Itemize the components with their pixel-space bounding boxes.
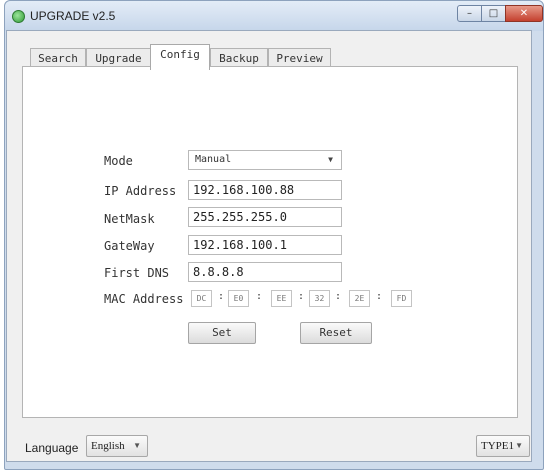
mac-separator: : (335, 291, 342, 302)
chevron-down-icon: ▼ (133, 441, 141, 450)
mac-address-label: MAC Address (104, 292, 184, 306)
chevron-down-icon: ▼ (515, 441, 523, 450)
gateway-label: GateWay (104, 239, 155, 253)
mac-octet-field[interactable]: 2E (349, 290, 370, 307)
mode-select[interactable]: Manual ▼ (188, 150, 342, 170)
tab-search[interactable]: Search (30, 48, 86, 68)
mac-octet-field[interactable]: DC (191, 290, 212, 307)
set-button[interactable]: Set (188, 322, 256, 344)
close-button[interactable]: ✕ (505, 5, 543, 22)
tab-backup[interactable]: Backup (210, 48, 268, 68)
window-title: UPGRADE v2.5 (30, 9, 116, 23)
mac-octet-field[interactable]: EE (271, 290, 292, 307)
mac-separator: : (298, 291, 305, 302)
gateway-field[interactable]: 192.168.100.1 (188, 235, 342, 255)
maximize-button[interactable]: □ (481, 5, 506, 22)
mode-value: Manual (195, 154, 232, 165)
mode-label: Mode (104, 154, 133, 168)
netmask-label: NetMask (104, 212, 155, 226)
language-select[interactable]: English ▼ (86, 435, 148, 457)
first-dns-label: First DNS (104, 266, 170, 280)
tab-upgrade[interactable]: Upgrade (86, 48, 151, 68)
mac-separator: : (376, 291, 383, 302)
tab-preview[interactable]: Preview (268, 48, 331, 68)
app-icon (12, 10, 25, 23)
ip-address-label: IP Address (104, 184, 177, 198)
netmask-field[interactable]: 255.255.255.0 (188, 207, 342, 227)
minimize-button[interactable]: – (457, 5, 482, 22)
chevron-down-icon: ▼ (328, 155, 333, 164)
language-value: English (91, 440, 125, 452)
first-dns-field[interactable]: 8.8.8.8 (188, 262, 342, 282)
mac-separator: : (218, 291, 225, 302)
ip-address-field[interactable]: 192.168.100.88 (188, 180, 342, 200)
title-bar[interactable]: UPGRADE v2.5 – □ ✕ (5, 1, 543, 31)
type-value: TYPE1 (481, 440, 514, 452)
mac-octet-field[interactable]: 32 (309, 290, 330, 307)
mac-octet-field[interactable]: E0 (228, 290, 249, 307)
mac-separator: : (256, 291, 263, 302)
language-label: Language (25, 441, 79, 455)
reset-button[interactable]: Reset (300, 322, 372, 344)
type-select[interactable]: TYPE1 ▼ (476, 435, 530, 457)
mac-octet-field[interactable]: FD (391, 290, 412, 307)
tab-config[interactable]: Config (150, 44, 210, 70)
